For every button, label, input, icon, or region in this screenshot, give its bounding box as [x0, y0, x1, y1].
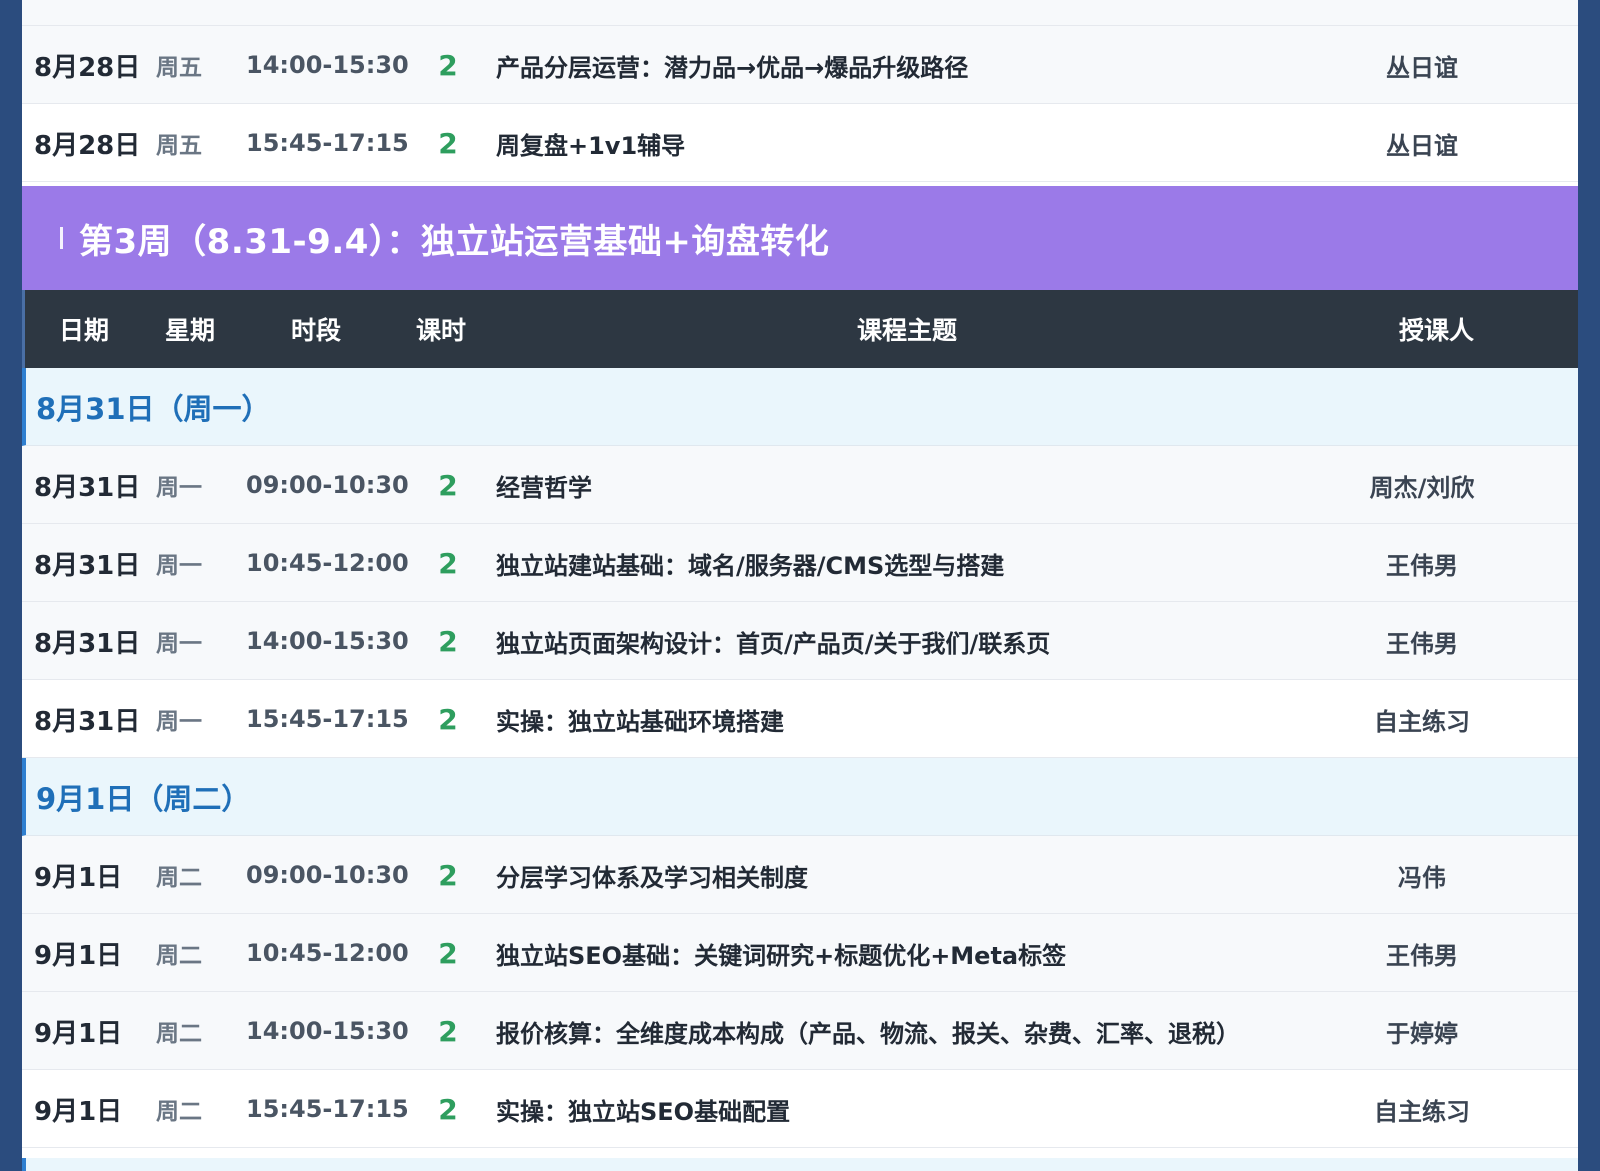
- cell-topic: 产品分层运营：潜力品→优品→爆品升级路径: [496, 53, 969, 82]
- cell-time: 15:45-17:15: [246, 1095, 409, 1123]
- cell-topic: 实操：独立站基础环境搭建: [496, 707, 784, 736]
- header-topic: 课程主题: [857, 316, 958, 345]
- cell-weekday: 周五: [156, 133, 202, 159]
- cell-date: 8月31日: [34, 706, 141, 737]
- cell-weekday: 周二: [156, 1099, 202, 1125]
- cell-date: 9月1日: [34, 940, 123, 971]
- cell-time: 09:00-10:30: [246, 471, 409, 499]
- cell-topic: 独立站建站基础：域名/服务器/CMS选型与搭建: [496, 551, 1005, 580]
- cell-topic: 报价核算：全维度成本构成（产品、物流、报关、杂费、汇率、退税）: [496, 1019, 1240, 1048]
- day-title: 8月31日（周一）: [36, 391, 271, 426]
- clipped-row: [22, 0, 1578, 26]
- table-row: 9月1日 周二 09:00-10:30 2 分层学习体系及学习相关制度 冯伟: [22, 836, 1578, 914]
- cell-date: 9月1日: [34, 862, 123, 893]
- header-teacher: 授课人: [1399, 316, 1475, 345]
- cell-hours: 2: [438, 126, 458, 160]
- table-row: 9月1日 周二 15:45-17:15 2 实操：独立站SEO基础配置 自主练习: [22, 1070, 1578, 1148]
- day-title: 9月1日（周二）: [36, 781, 251, 816]
- cell-teacher: 王伟男: [1386, 629, 1458, 658]
- schedule-sheet: 8月28日 周五 14:00-15:30 2 产品分层运营：潜力品→优品→爆品升…: [22, 0, 1578, 1171]
- cell-time: 10:45-12:00: [246, 549, 409, 577]
- cell-topic: 经营哲学: [496, 473, 592, 502]
- cell-hours: 2: [438, 936, 458, 970]
- cell-teacher: 自主练习: [1374, 1097, 1470, 1126]
- table-row: 9月1日 周二 14:00-15:30 2 报价核算：全维度成本构成（产品、物流…: [22, 992, 1578, 1070]
- table-header: 日期 星期 时段 课时 课程主题 授课人: [22, 290, 1578, 368]
- cell-date: 9月1日: [34, 1096, 123, 1127]
- week-title: 第3周（8.31-9.4）：独立站运营基础+询盘转化: [79, 221, 830, 262]
- cell-time: 15:45-17:15: [246, 705, 409, 733]
- cell-weekday: 周二: [156, 943, 202, 969]
- cell-teacher: 冯伟: [1398, 863, 1446, 892]
- day-group-header: 9月1日（周二）: [22, 758, 1578, 836]
- cell-topic: 独立站SEO基础：关键词研究+标题优化+Meta标签: [496, 941, 1067, 970]
- cell-weekday: 周一: [156, 631, 202, 657]
- cell-date: 8月28日: [34, 130, 141, 161]
- cell-date: 9月1日: [34, 1018, 123, 1049]
- cell-time: 09:00-10:30: [246, 861, 409, 889]
- cell-hours: 2: [438, 1014, 458, 1048]
- cell-teacher: 王伟男: [1386, 941, 1458, 970]
- header-date: 日期: [59, 316, 110, 345]
- cell-teacher: 自主练习: [1374, 707, 1470, 736]
- banner-accent-bar: [60, 227, 63, 249]
- cell-hours: 2: [438, 858, 458, 892]
- clipped-day-header: [22, 1158, 1578, 1171]
- table-row: 8月31日 周一 09:00-10:30 2 经营哲学 周杰/刘欣: [22, 446, 1578, 524]
- header-hours: 课时: [416, 316, 467, 345]
- cell-time: 10:45-12:00: [246, 939, 409, 967]
- cell-weekday: 周一: [156, 553, 202, 579]
- cell-topic: 分层学习体系及学习相关制度: [496, 863, 808, 892]
- cell-teacher: 丛日谊: [1386, 53, 1458, 82]
- cell-topic: 独立站页面架构设计：首页/产品页/关于我们/联系页: [496, 629, 1051, 658]
- cell-teacher: 周杰/刘欣: [1369, 473, 1475, 502]
- week-banner: 第3周（8.31-9.4）：独立站运营基础+询盘转化: [22, 186, 1578, 290]
- cell-date: 8月31日: [34, 472, 141, 503]
- cell-weekday: 周二: [156, 1021, 202, 1047]
- cell-weekday: 周一: [156, 709, 202, 735]
- table-row: 8月28日 周五 14:00-15:30 2 产品分层运营：潜力品→优品→爆品升…: [22, 26, 1578, 104]
- cell-date: 8月31日: [34, 628, 141, 659]
- cell-teacher: 丛日谊: [1386, 131, 1458, 160]
- cell-weekday: 周五: [156, 55, 202, 81]
- cell-topic: 周复盘+1v1辅导: [496, 131, 686, 160]
- day-group-header: 8月31日（周一）: [22, 368, 1578, 446]
- cell-hours: 2: [438, 702, 458, 736]
- table-row: 9月1日 周二 10:45-12:00 2 独立站SEO基础：关键词研究+标题优…: [22, 914, 1578, 992]
- table-row: 8月31日 周一 14:00-15:30 2 独立站页面架构设计：首页/产品页/…: [22, 602, 1578, 680]
- cell-time: 14:00-15:30: [246, 627, 409, 655]
- cell-date: 8月31日: [34, 550, 141, 581]
- cell-date: 8月28日: [34, 52, 141, 83]
- cell-hours: 2: [438, 48, 458, 82]
- cell-hours: 2: [438, 624, 458, 658]
- table-row: 8月31日 周一 15:45-17:15 2 实操：独立站基础环境搭建 自主练习: [22, 680, 1578, 758]
- cell-hours: 2: [438, 546, 458, 580]
- cell-weekday: 周一: [156, 475, 202, 501]
- cell-time: 14:00-15:30: [246, 1017, 409, 1045]
- header-weekday: 星期: [165, 316, 216, 345]
- cell-weekday: 周二: [156, 865, 202, 891]
- table-row: 8月28日 周五 15:45-17:15 2 周复盘+1v1辅导 丛日谊: [22, 104, 1578, 182]
- cell-time: 14:00-15:30: [246, 51, 409, 79]
- cell-teacher: 王伟男: [1386, 551, 1458, 580]
- header-time: 时段: [291, 316, 342, 345]
- cell-topic: 实操：独立站SEO基础配置: [496, 1097, 791, 1126]
- cell-teacher: 于婷婷: [1386, 1019, 1458, 1048]
- cell-hours: 2: [438, 468, 458, 502]
- table-row: 8月31日 周一 10:45-12:00 2 独立站建站基础：域名/服务器/CM…: [22, 524, 1578, 602]
- cell-time: 15:45-17:15: [246, 129, 409, 157]
- cell-hours: 2: [438, 1092, 458, 1126]
